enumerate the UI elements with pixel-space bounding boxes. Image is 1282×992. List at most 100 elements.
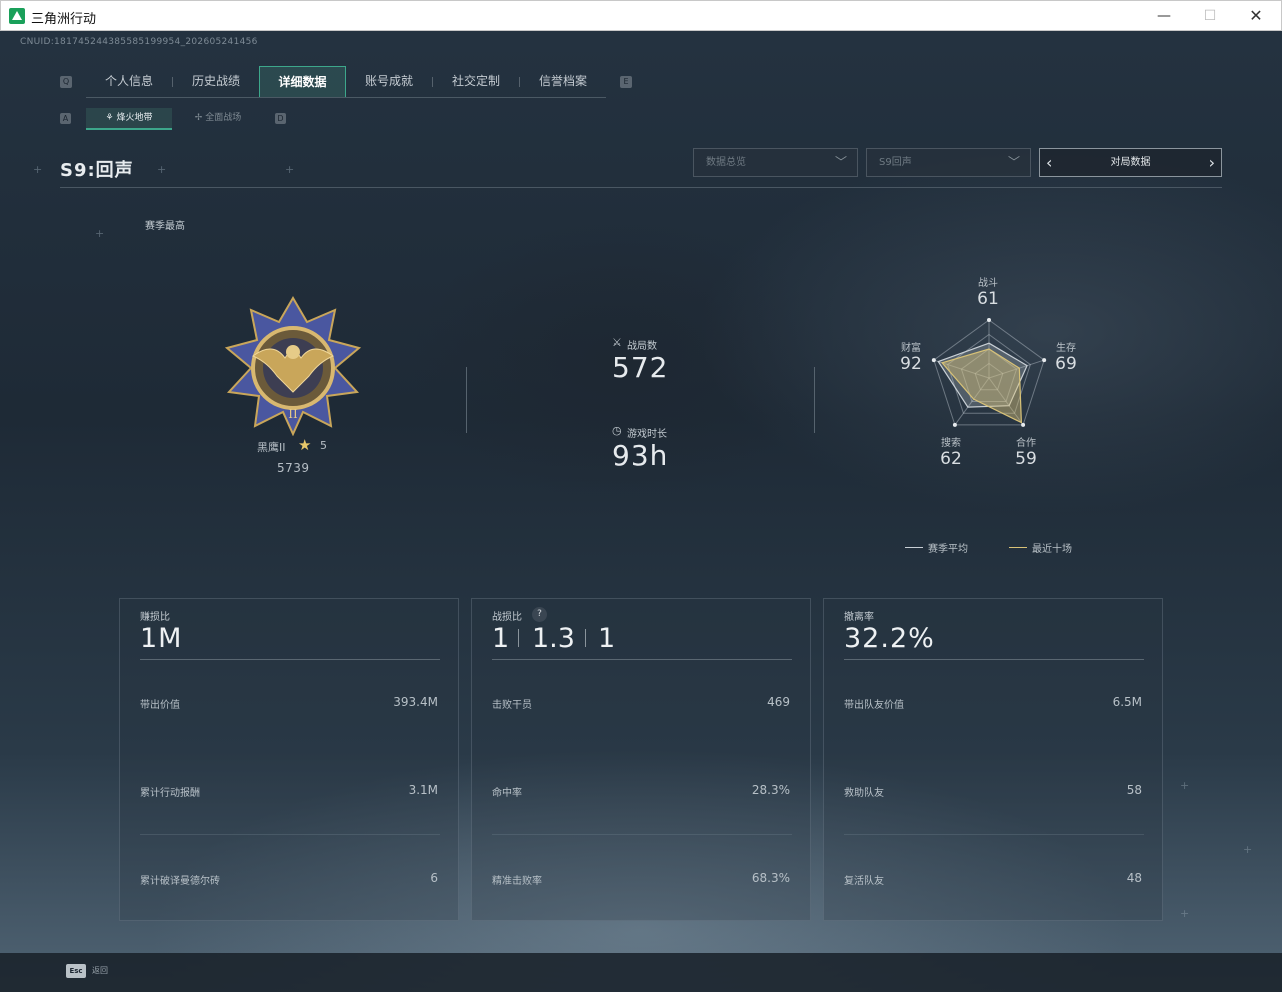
radar-chart xyxy=(931,318,1047,427)
radar-axis-dot xyxy=(952,422,957,427)
tab-history[interactable]: 历史战绩 xyxy=(173,66,259,98)
mission-reward-label: 累计行动报酬 xyxy=(140,788,200,799)
matches-label: 战局数 xyxy=(627,341,657,352)
legend-season-avg: 赛季平均 xyxy=(928,544,968,555)
card-divider xyxy=(844,834,1144,835)
precision-kill-value: 68.3% xyxy=(751,871,790,885)
decor-plus-icon: + xyxy=(285,163,295,176)
game-screen: CNUID:181745244385585199954_202605241456… xyxy=(0,31,1282,992)
kd-part: 1.3 xyxy=(532,623,575,654)
playtime-value: 93h xyxy=(612,439,669,472)
chevron-left-icon[interactable]: ‹ xyxy=(1046,149,1052,176)
radar-label-wealth: 财富 xyxy=(901,343,921,354)
legend-swatch-season xyxy=(905,547,923,548)
clock-icon: ◷ xyxy=(612,424,622,437)
revive-teammates-value: 48 xyxy=(1126,871,1142,885)
maximize-button[interactable]: ☐ xyxy=(1187,1,1233,31)
kd-part: 1 xyxy=(598,623,616,654)
radar-value-wealth: 92 xyxy=(900,354,922,374)
card-divider xyxy=(492,659,792,660)
mission-reward-value: 3.1M xyxy=(408,783,438,797)
kd-separator xyxy=(585,629,586,647)
back-label[interactable]: 返回 xyxy=(92,965,108,976)
operators-killed-value: 469 xyxy=(767,695,790,709)
subtab-label: 全面战场 xyxy=(205,113,242,123)
rescue-teammates-label: 救助队友 xyxy=(844,788,884,799)
card-divider xyxy=(140,659,440,660)
rank-score: 5739 xyxy=(277,461,310,475)
section-divider xyxy=(814,367,815,433)
card-divider xyxy=(844,659,1144,660)
kd-card: 战损比 ? 1 1.3 1 击败干员 469 命中率 28.3% 精准击败率 6… xyxy=(471,598,811,921)
window-titlebar: 三角洲行动 — ☐ ✕ xyxy=(0,0,1282,31)
tab-detailed-data[interactable]: 详细数据 xyxy=(259,66,346,98)
radar-label-combat: 战斗 xyxy=(978,278,998,289)
subtab-label: 烽火地带 xyxy=(116,113,153,123)
app-logo-icon xyxy=(9,8,25,24)
decor-plus-icon: + xyxy=(157,163,167,176)
tab-personal-info[interactable]: 个人信息 xyxy=(86,66,172,98)
extraction-rate-label: 撤离率 xyxy=(844,612,874,623)
matches-value: 572 xyxy=(612,351,669,384)
radar-label-survival: 生存 xyxy=(1056,343,1076,354)
kd-separator xyxy=(518,629,519,647)
teammate-value-label: 带出队友价值 xyxy=(844,700,904,711)
mandel-brick-label: 累计破译曼德尔砖 xyxy=(140,876,220,887)
season-title: S9:回声 xyxy=(60,160,134,181)
radar-label-teamwork: 合作 xyxy=(1016,438,1036,449)
profit-ratio-label: 赚损比 xyxy=(140,612,170,623)
card-divider xyxy=(140,834,440,835)
profit-ratio-value: 1M xyxy=(140,623,183,654)
playtime-label: 游戏时长 xyxy=(627,429,667,440)
teammate-value: 6.5M xyxy=(1112,695,1142,709)
rank-stars: 5 xyxy=(320,439,327,452)
decor-plus-icon: + xyxy=(33,163,43,176)
chevron-down-icon: ﹀ xyxy=(1007,155,1020,169)
key-hint-e: E xyxy=(620,76,632,88)
decor-plus-icon: + xyxy=(1243,843,1253,856)
subtab-hazard-zone[interactable]: ⚘ 烽火地带 xyxy=(86,108,172,130)
kd-part: 1 xyxy=(492,623,510,654)
rank-medal-icon: II xyxy=(224,296,362,436)
accuracy-label: 命中率 xyxy=(492,788,522,799)
minimize-button[interactable]: — xyxy=(1141,1,1187,31)
decor-plus-icon: + xyxy=(1180,779,1190,792)
radar-axis-dot xyxy=(987,318,991,322)
tab-achievements[interactable]: 账号成就 xyxy=(346,66,432,98)
mandel-brick-value: 6 xyxy=(430,871,438,885)
tab-reputation[interactable]: 信誉档案 xyxy=(520,66,606,98)
kd-ratio-label: 战损比 xyxy=(492,612,522,623)
flame-icon: ⚘ xyxy=(105,113,117,123)
cnuid-text: CNUID:181745244385585199954_202605241456 xyxy=(20,37,258,47)
bottom-bar: Esc 返回 xyxy=(0,953,1282,992)
legend-swatch-recent xyxy=(1009,547,1027,548)
revive-teammates-label: 复活队友 xyxy=(844,876,884,887)
season-dropdown[interactable]: S9回声 ﹀ xyxy=(866,148,1031,177)
crossed-swords-icon: ⚔ xyxy=(612,336,622,349)
data-type-dropdown[interactable]: 数据总览 ﹀ xyxy=(693,148,858,177)
chevron-right-icon[interactable]: › xyxy=(1209,149,1215,176)
card-divider xyxy=(492,834,792,835)
tab-social[interactable]: 社交定制 xyxy=(433,66,519,98)
subtab-full-battlefield[interactable]: ✢ 全面战场 xyxy=(178,108,258,130)
extracted-value: 393.4M xyxy=(393,695,438,709)
match-data-label: 对局数据 xyxy=(1110,157,1151,168)
radar-value-survival: 69 xyxy=(1055,354,1077,374)
rank-name: 黑鹰II xyxy=(257,441,286,454)
decor-plus-icon: + xyxy=(1180,907,1190,920)
section-divider xyxy=(466,367,467,433)
close-button[interactable]: ✕ xyxy=(1233,1,1279,31)
profit-card: 赚损比 1M 带出价值 393.4M 累计行动报酬 3.1M 累计破译曼德尔砖 … xyxy=(119,598,459,921)
star-icon: ★ xyxy=(298,436,312,454)
esc-key-button[interactable]: Esc xyxy=(66,964,86,978)
title-divider xyxy=(60,187,1222,188)
match-data-navigator: ‹ 对局数据 › xyxy=(1039,148,1222,177)
radar-axis-dot xyxy=(1021,422,1026,427)
window-title: 三角洲行动 xyxy=(31,12,97,27)
crosshair-icon: ✢ xyxy=(194,113,206,123)
radar-label-search: 搜索 xyxy=(941,438,961,449)
tabs-underline xyxy=(86,97,606,98)
decor-plus-icon: + xyxy=(95,227,105,240)
dropdown-value: S9回声 xyxy=(879,157,912,168)
help-icon[interactable]: ? xyxy=(532,607,547,622)
